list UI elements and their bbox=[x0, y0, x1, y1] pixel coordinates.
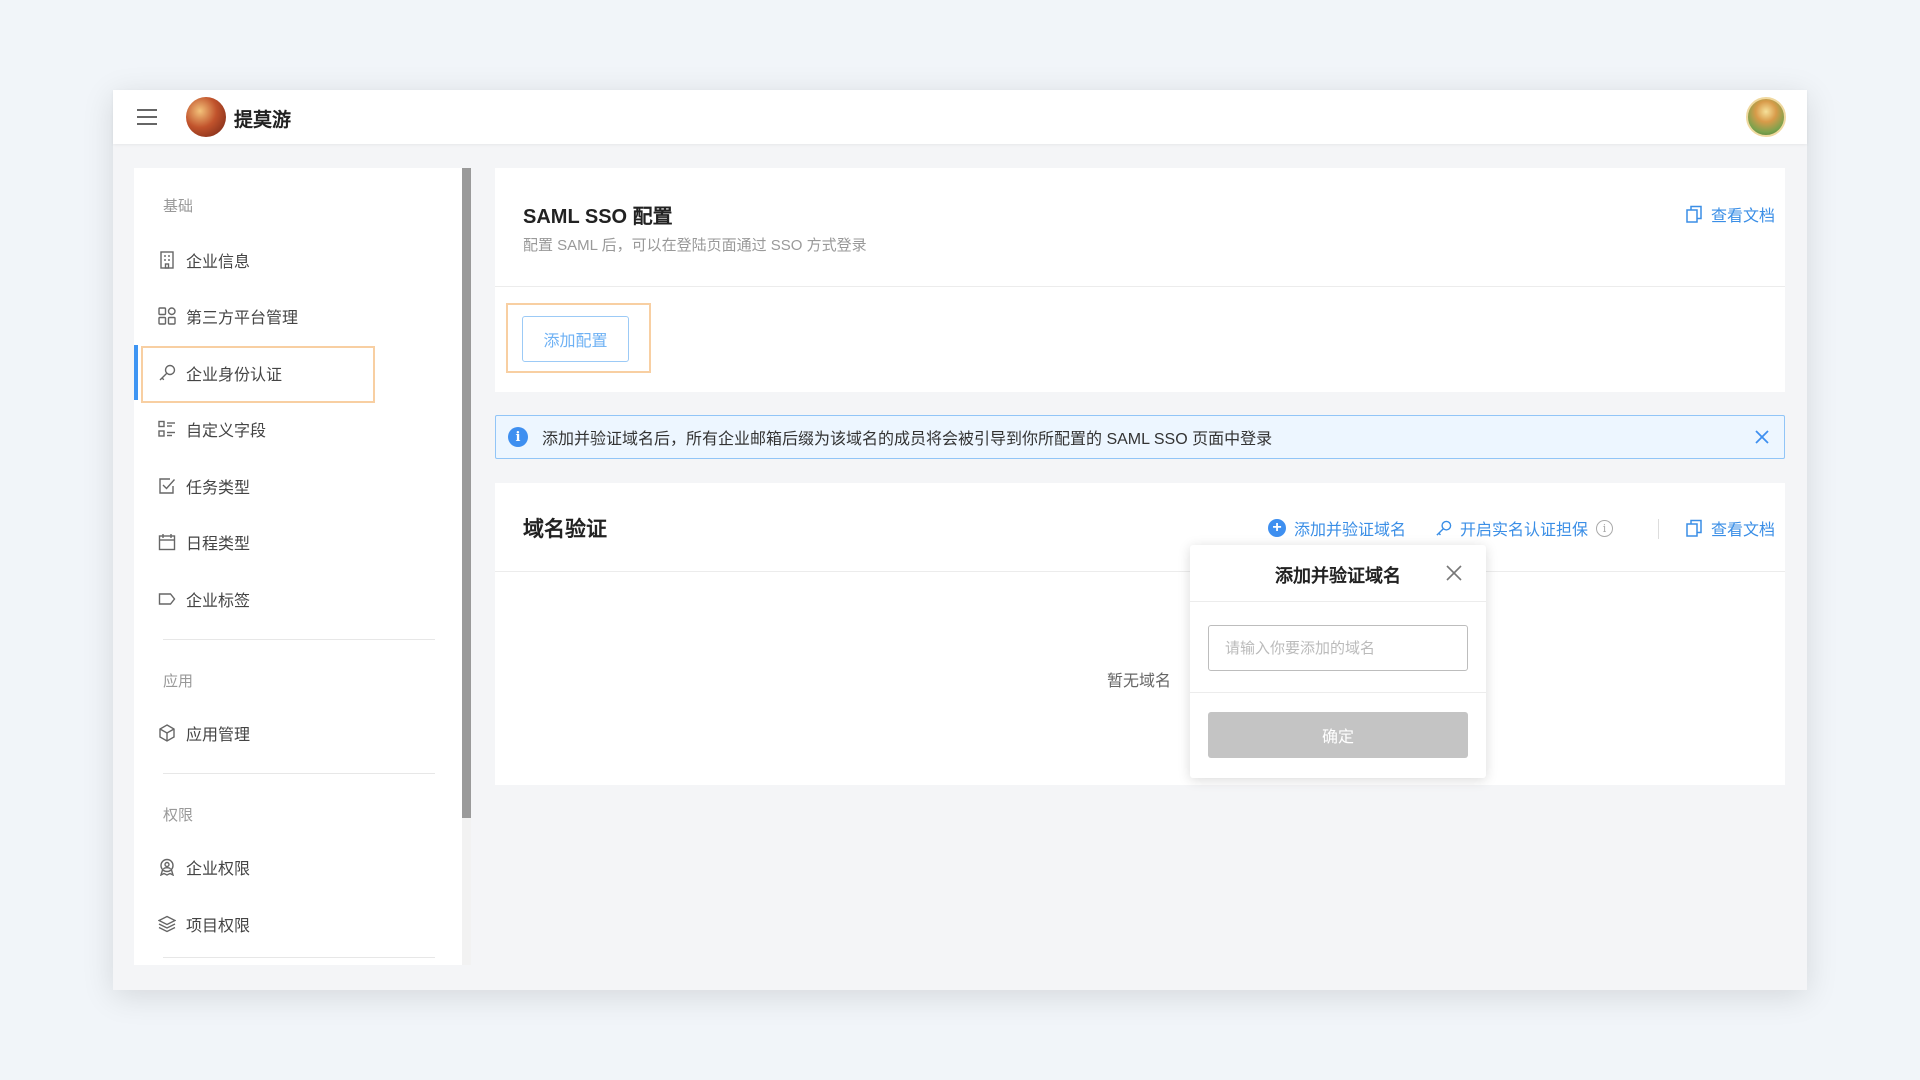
sidebar-item-label: 项目权限 bbox=[186, 917, 251, 935]
building-icon bbox=[158, 250, 176, 269]
copy-doc-icon bbox=[1685, 519, 1703, 537]
sidebar-item-company-tags[interactable]: 企业标签 bbox=[134, 571, 462, 626]
sidebar-item-label: 企业标签 bbox=[186, 592, 251, 610]
add-config-highlight: 添加配置 bbox=[506, 303, 651, 373]
add-domain-popover: 添加并验证域名 确定 bbox=[1190, 545, 1486, 778]
sidebar-item-company-info[interactable]: 企业信息 bbox=[134, 232, 462, 287]
sidebar-divider bbox=[163, 773, 435, 774]
sidebar-item-label: 任务类型 bbox=[186, 479, 251, 497]
add-config-button[interactable]: 添加配置 bbox=[522, 316, 629, 362]
saml-sso-panel: SAML SSO 配置 配置 SAML 后，可以在登陆页面通过 SSO 方式登录… bbox=[495, 168, 1785, 392]
cube-icon bbox=[158, 723, 176, 742]
sidebar-item-task-types[interactable]: 任务类型 bbox=[134, 458, 462, 513]
popover-divider bbox=[1190, 601, 1486, 602]
top-bar: 提莫游 bbox=[113, 90, 1807, 144]
domain-title: 域名验证 bbox=[523, 518, 607, 541]
plus-circle-icon: + bbox=[1268, 519, 1286, 537]
sidebar-divider bbox=[163, 639, 435, 640]
doc-link-label: 查看文档 bbox=[1711, 208, 1776, 225]
calendar-icon bbox=[158, 533, 176, 551]
info-alert: i 添加并验证域名后，所有企业邮箱后缀为该域名的成员将会被引导到你所配置的 SA… bbox=[495, 415, 1785, 459]
enable-realname-button[interactable]: 开启实名认证担保 i bbox=[1435, 516, 1614, 540]
checkbox-icon bbox=[158, 477, 176, 495]
add-verify-domain-button[interactable]: + 添加并验证域名 bbox=[1268, 516, 1406, 540]
group-title-permissions: 权限 bbox=[163, 807, 194, 824]
confirm-button[interactable]: 确定 bbox=[1208, 712, 1468, 758]
sidebar-divider bbox=[163, 957, 435, 958]
hamburger-icon[interactable] bbox=[137, 109, 157, 125]
action-label: 添加并验证域名 bbox=[1294, 522, 1407, 539]
saml-title: SAML SSO 配置 bbox=[523, 206, 673, 228]
sidebar-item-custom-fields[interactable]: 自定义字段 bbox=[134, 401, 462, 456]
domain-input[interactable] bbox=[1208, 625, 1468, 671]
popover-title: 添加并验证域名 bbox=[1275, 566, 1401, 586]
doc-link-label: 查看文档 bbox=[1711, 522, 1776, 539]
copy-doc-icon bbox=[1685, 205, 1703, 223]
sidebar-item-label: 企业信息 bbox=[186, 253, 251, 271]
sidebar-item-label: 企业身份认证 bbox=[186, 366, 283, 384]
group-title-basic: 基础 bbox=[163, 198, 194, 215]
saml-doc-link[interactable]: 查看文档 bbox=[1685, 202, 1775, 226]
popover-divider bbox=[1190, 692, 1486, 693]
sidebar: 基础 企业信息 第三方平台管理 企业身份认证 自定义字段 任务类型 日程类型 企… bbox=[134, 168, 462, 965]
brand-logo bbox=[186, 97, 226, 137]
domain-verify-panel: 域名验证 + 添加并验证域名 开启实名认证担保 i 查看文档 暂无域名 bbox=[495, 483, 1785, 785]
alert-message: 添加并验证域名后，所有企业邮箱后缀为该域名的成员将会被引导到你所配置的 SAML… bbox=[542, 431, 1273, 448]
close-icon[interactable] bbox=[1752, 427, 1772, 447]
sidebar-item-third-party[interactable]: 第三方平台管理 bbox=[134, 288, 462, 343]
key-icon bbox=[1435, 520, 1452, 537]
sidebar-item-company-permissions[interactable]: 企业权限 bbox=[134, 839, 462, 894]
badge-icon bbox=[158, 858, 176, 876]
tag-icon bbox=[158, 590, 176, 608]
domain-divider bbox=[495, 571, 1785, 572]
key-icon bbox=[158, 364, 176, 382]
sidebar-item-app-management[interactable]: 应用管理 bbox=[134, 705, 462, 760]
sidebar-item-project-permissions[interactable]: 项目权限 bbox=[134, 896, 462, 951]
layers-icon bbox=[158, 915, 176, 933]
action-label: 开启实名认证担保 bbox=[1460, 522, 1589, 539]
action-separator bbox=[1658, 519, 1659, 539]
close-icon[interactable] bbox=[1443, 562, 1465, 584]
sidebar-item-label: 企业权限 bbox=[186, 860, 251, 878]
sidebar-item-label: 自定义字段 bbox=[186, 422, 267, 440]
grid-icon bbox=[158, 306, 176, 325]
info-icon: i bbox=[508, 427, 528, 447]
domain-doc-link[interactable]: 查看文档 bbox=[1685, 516, 1775, 540]
app-window: 提莫游 基础 企业信息 第三方平台管理 企业身份认证 自定义字段 任务类型 日程… bbox=[113, 90, 1807, 990]
brand-name: 提莫游 bbox=[234, 110, 292, 131]
list-icon bbox=[158, 420, 176, 438]
sidebar-item-label: 日程类型 bbox=[186, 535, 251, 553]
empty-state-text: 暂无域名 bbox=[1107, 673, 1172, 690]
sidebar-item-identity-auth[interactable]: 企业身份认证 bbox=[134, 345, 462, 403]
scrollbar-thumb[interactable] bbox=[462, 168, 471, 818]
sidebar-item-schedule-types[interactable]: 日程类型 bbox=[134, 514, 462, 569]
help-icon[interactable]: i bbox=[1596, 519, 1614, 537]
saml-divider bbox=[495, 286, 1785, 287]
group-title-apps: 应用 bbox=[163, 673, 194, 690]
sidebar-scrollbar[interactable] bbox=[462, 168, 471, 965]
sidebar-item-label: 应用管理 bbox=[186, 726, 251, 744]
sidebar-item-label: 第三方平台管理 bbox=[186, 309, 299, 327]
saml-subtitle: 配置 SAML 后，可以在登陆页面通过 SSO 方式登录 bbox=[523, 237, 867, 254]
user-avatar[interactable] bbox=[1746, 97, 1786, 137]
